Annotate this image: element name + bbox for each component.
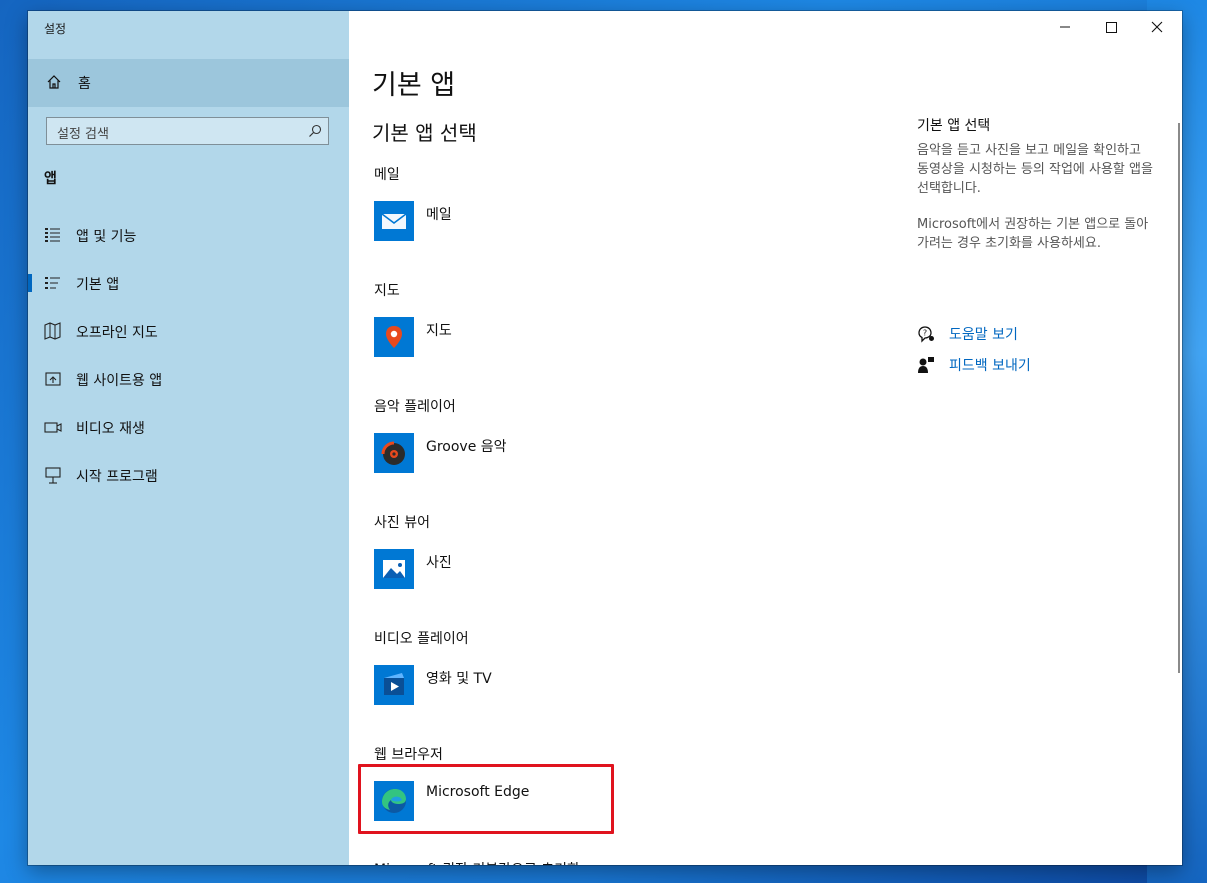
section-title: 기본 앱 선택 bbox=[372, 121, 477, 145]
sidebar-item-video-playback[interactable]: 비디오 재생 bbox=[28, 405, 349, 449]
category-label-music-player: 음악 플레이어 bbox=[374, 399, 456, 415]
apps-features-icon bbox=[45, 228, 60, 242]
category-label-maps: 지도 bbox=[374, 283, 400, 299]
default-app-music-player[interactable]: Groove 음악 bbox=[374, 433, 614, 477]
home-label: 홈 bbox=[78, 76, 91, 92]
minimize-icon bbox=[1060, 26, 1070, 28]
groove-music-icon bbox=[374, 433, 414, 473]
mail-icon bbox=[374, 201, 414, 241]
active-indicator bbox=[28, 274, 32, 292]
search-input[interactable]: 설정 검색 bbox=[46, 117, 329, 145]
close-icon bbox=[1151, 21, 1163, 33]
apps-for-websites-icon bbox=[45, 372, 61, 386]
highlight-annotation bbox=[358, 764, 614, 834]
svg-text:?: ? bbox=[923, 329, 927, 338]
search-icon bbox=[309, 124, 322, 137]
app-name: 영화 및 TV bbox=[426, 671, 492, 687]
photos-icon bbox=[374, 549, 414, 589]
app-name: 지도 bbox=[426, 323, 452, 339]
sidebar-item-apps-features[interactable]: 앱 및 기능 bbox=[28, 213, 349, 257]
category-label-photo-viewer: 사진 뷰어 bbox=[374, 515, 430, 531]
sidebar-item-label: 시작 프로그램 bbox=[76, 469, 158, 485]
sidebar-item-label: 웹 사이트용 앱 bbox=[76, 373, 163, 389]
default-app-video-player[interactable]: 영화 및 TV bbox=[374, 665, 614, 709]
default-app-photo-viewer[interactable]: 사진 bbox=[374, 549, 614, 593]
info-reset-description: Microsoft에서 권장하는 기본 앱으로 돌아가려는 경우 초기화를 사용… bbox=[917, 217, 1149, 251]
app-name: 메일 bbox=[426, 207, 452, 223]
home-nav-item[interactable]: 홈 bbox=[28, 59, 349, 107]
sidebar: 설정 홈 설정 검색 앱 앱 및 기능 기본 앱 오프라인 지도 웹 사이트용 … bbox=[28, 11, 349, 865]
window-controls bbox=[1042, 11, 1182, 43]
startup-icon bbox=[45, 467, 61, 484]
sidebar-item-label: 오프라인 지도 bbox=[76, 325, 158, 341]
sidebar-item-label: 비디오 재생 bbox=[76, 421, 145, 437]
help-icon: ? bbox=[918, 326, 934, 343]
default-app-maps[interactable]: 지도 bbox=[374, 317, 614, 361]
maximize-icon bbox=[1106, 22, 1117, 33]
page-title: 기본 앱 bbox=[372, 70, 456, 101]
movies-tv-icon bbox=[374, 665, 414, 705]
help-link-label: 도움말 보기 bbox=[949, 327, 1018, 343]
minimize-button[interactable] bbox=[1042, 11, 1088, 43]
home-icon bbox=[47, 75, 61, 89]
main-content: 기본 앱 기본 앱 선택 메일 메일 지도 지도 음악 플레이어 Groove … bbox=[349, 11, 1182, 865]
category-label-mail: 메일 bbox=[374, 167, 400, 183]
default-app-mail[interactable]: 메일 bbox=[374, 201, 614, 245]
sidebar-item-startup[interactable]: 시작 프로그램 bbox=[28, 453, 349, 497]
help-link[interactable]: ? 도움말 보기 bbox=[917, 323, 1117, 345]
settings-window: 설정 홈 설정 검색 앱 앱 및 기능 기본 앱 오프라인 지도 웹 사이트용 … bbox=[28, 11, 1182, 865]
sidebar-item-apps-for-websites[interactable]: 웹 사이트용 앱 bbox=[28, 357, 349, 401]
feedback-link[interactable]: 피드백 보내기 bbox=[917, 354, 1117, 376]
category-label-video-player: 비디오 플레이어 bbox=[374, 631, 469, 647]
sidebar-item-label: 앱 및 기능 bbox=[76, 229, 137, 245]
category-label-web-browser: 웹 브라우저 bbox=[374, 747, 443, 763]
default-apps-icon bbox=[45, 277, 60, 289]
maps-icon bbox=[374, 317, 414, 357]
maximize-button[interactable] bbox=[1088, 11, 1134, 43]
close-button[interactable] bbox=[1134, 11, 1180, 43]
video-playback-icon bbox=[44, 422, 62, 433]
search-placeholder: 설정 검색 bbox=[57, 127, 109, 142]
offline-maps-icon bbox=[44, 322, 61, 340]
section-heading-apps: 앱 bbox=[44, 171, 57, 187]
reset-section-label: Microsoft 권장 기본값으로 초기화 bbox=[374, 859, 634, 865]
window-title: 설정 bbox=[44, 22, 67, 36]
app-name: Groove 음악 bbox=[426, 439, 507, 455]
sidebar-item-offline-maps[interactable]: 오프라인 지도 bbox=[28, 309, 349, 353]
app-name: 사진 bbox=[426, 555, 452, 571]
scrollbar[interactable] bbox=[1178, 123, 1180, 673]
feedback-icon bbox=[918, 357, 934, 373]
sidebar-item-default-apps[interactable]: 기본 앱 bbox=[28, 261, 349, 305]
feedback-link-label: 피드백 보내기 bbox=[949, 358, 1031, 374]
info-description: 음악을 듣고 사진을 보고 메일을 확인하고 동영상을 시청하는 등의 작업에 … bbox=[917, 143, 1153, 196]
info-title: 기본 앱 선택 bbox=[917, 118, 991, 134]
sidebar-item-label: 기본 앱 bbox=[76, 277, 120, 293]
